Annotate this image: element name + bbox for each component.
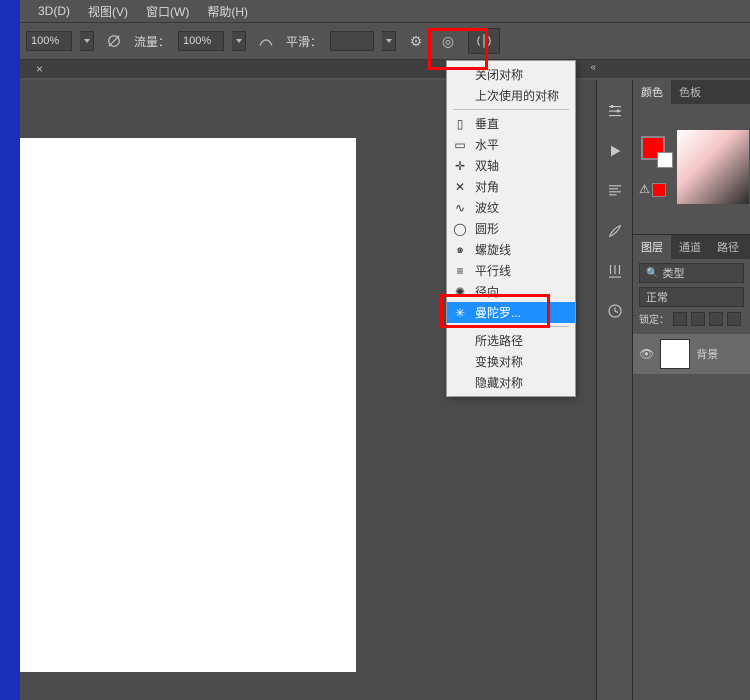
horizontal-icon: ▭ (453, 138, 467, 152)
sym-last[interactable]: 上次使用的对称 (447, 85, 575, 106)
sym-selected-path[interactable]: 所选路径 (447, 330, 575, 351)
separator (453, 109, 569, 110)
right-panels: 颜色 色板 图层 通道 路径 类型 正常 锁定： (632, 80, 750, 700)
sym-radial-label: 径向 (475, 283, 499, 300)
opacity-dropdown-icon[interactable] (80, 31, 94, 51)
sym-circle-label: 圆形 (475, 220, 499, 237)
collapse-chevrons-icon[interactable]: « (590, 62, 596, 73)
sym-wavy-label: 波纹 (475, 199, 499, 216)
layer-row-background[interactable]: 背景 (633, 334, 750, 374)
lock-row: 锁定： (639, 311, 744, 326)
sym-spiral[interactable]: ๑ 螺旋线 (447, 239, 575, 260)
layer-name: 背景 (696, 346, 718, 362)
lock-pixels-icon[interactable] (691, 312, 705, 326)
radial-icon: ✺ (453, 285, 467, 299)
dock-paragraph-icon[interactable] (604, 180, 626, 202)
tab-color[interactable]: 颜色 (633, 80, 671, 104)
sym-horizontal-label: 水平 (475, 136, 499, 153)
flow-dropdown-icon[interactable] (232, 31, 246, 51)
smooth-label: 平滑： (286, 33, 322, 50)
sym-close[interactable]: 关闭对称 (447, 64, 575, 85)
sym-mandala[interactable]: ✳ 曼陀罗... (447, 302, 575, 323)
layers-panel: 图层 通道 路径 类型 正常 锁定： (633, 234, 750, 700)
background-swatch[interactable] (657, 152, 673, 168)
color-panel (633, 104, 750, 234)
separator (453, 326, 569, 327)
sym-diagonal[interactable]: ✕ 对角 (447, 176, 575, 197)
sym-parallel[interactable]: ≡ 平行线 (447, 260, 575, 281)
canvas[interactable] (20, 138, 356, 672)
sym-parallel-label: 平行线 (475, 262, 511, 279)
spiral-icon: ๑ (453, 243, 467, 257)
lock-transparency-icon[interactable] (673, 312, 687, 326)
smooth-dropdown-icon[interactable] (382, 31, 396, 51)
menubar: 3D(D) 视图(V) 窗口(W) 帮助(H) (20, 0, 750, 22)
lock-label: 锁定： (639, 311, 669, 326)
sym-horizontal[interactable]: ▭ 水平 (447, 134, 575, 155)
flow-label: 流量： (134, 33, 170, 50)
gear-icon[interactable] (404, 29, 428, 53)
pressure-opacity-icon[interactable] (102, 29, 126, 53)
wavy-icon: ∿ (453, 201, 467, 215)
lock-all-icon[interactable] (727, 312, 741, 326)
menu-window[interactable]: 窗口(W) (146, 3, 189, 20)
options-bar: 100% 流量： 100% 平滑： (20, 22, 750, 60)
diagonal-icon: ✕ (453, 180, 467, 194)
sym-wavy[interactable]: ∿ 波纹 (447, 197, 575, 218)
document-tabbar: × (20, 60, 750, 78)
symmetry-button[interactable] (468, 28, 500, 54)
dock-brush-icon[interactable] (604, 220, 626, 242)
tab-paths[interactable]: 路径 (709, 235, 747, 259)
dock-adjustments-icon[interactable] (604, 100, 626, 122)
sym-circle[interactable]: ◯ 圆形 (447, 218, 575, 239)
gamut-swatch (652, 183, 666, 197)
layers-panel-tabs: 图层 通道 路径 (633, 235, 750, 259)
tab-swatches[interactable]: 色板 (671, 80, 709, 104)
dock-play-icon[interactable] (604, 140, 626, 162)
sym-vertical[interactable]: ▯ 垂直 (447, 113, 575, 134)
smooth-field[interactable] (330, 31, 374, 51)
sym-vertical-label: 垂直 (475, 115, 499, 132)
visibility-eye-icon[interactable] (639, 347, 654, 361)
gamut-warning-icon[interactable] (639, 182, 666, 197)
app-frame: 3D(D) 视图(V) 窗口(W) 帮助(H) 100% 流量： 100% 平滑… (20, 0, 750, 700)
airbrush-icon[interactable] (254, 29, 278, 53)
flow-field[interactable]: 100% (178, 31, 224, 51)
layer-controls: 类型 正常 锁定： (633, 259, 750, 330)
dock-history-icon[interactable] (604, 300, 626, 322)
dual-axis-icon: ✛ (453, 159, 467, 173)
sym-mandala-label: 曼陀罗... (475, 304, 521, 321)
circle-icon: ◯ (453, 222, 467, 236)
sym-radial[interactable]: ✺ 径向 (447, 281, 575, 302)
dock-brushset-icon[interactable] (604, 260, 626, 282)
opacity-field[interactable]: 100% (26, 31, 72, 51)
sym-spiral-label: 螺旋线 (475, 241, 511, 258)
tab-close-icon[interactable]: × (30, 62, 49, 76)
color-picker-gradient[interactable] (677, 130, 749, 204)
collapsed-dock (596, 80, 632, 700)
color-panel-tabs: 颜色 色板 (633, 80, 750, 104)
layer-thumbnail[interactable] (660, 339, 690, 369)
workspace: 颜色 色板 图层 通道 路径 类型 正常 锁定： (20, 80, 750, 700)
lock-position-icon[interactable] (709, 312, 723, 326)
sym-hide[interactable]: 隐藏对称 (447, 372, 575, 393)
mandala-icon: ✳ (453, 306, 467, 320)
sym-transform[interactable]: 变换对称 (447, 351, 575, 372)
menu-help[interactable]: 帮助(H) (207, 3, 248, 20)
sym-dual[interactable]: ✛ 双轴 (447, 155, 575, 176)
pressure-size-icon[interactable] (436, 29, 460, 53)
layer-type-filter[interactable]: 类型 (639, 263, 744, 283)
symmetry-dropdown: 关闭对称 上次使用的对称 ▯ 垂直 ▭ 水平 ✛ 双轴 ✕ 对角 ∿ 波纹 ◯ 圆形 ๑ 螺旋… (446, 60, 576, 397)
menu-3d[interactable]: 3D(D) (38, 4, 70, 18)
blend-mode-dropdown[interactable]: 正常 (639, 287, 744, 307)
vertical-icon: ▯ (453, 117, 467, 131)
sym-dual-label: 双轴 (475, 157, 499, 174)
tab-layers[interactable]: 图层 (633, 235, 671, 259)
sym-diagonal-label: 对角 (475, 178, 499, 195)
menu-view[interactable]: 视图(V) (88, 3, 128, 20)
parallel-icon: ≡ (453, 264, 467, 278)
tab-channels[interactable]: 通道 (671, 235, 709, 259)
